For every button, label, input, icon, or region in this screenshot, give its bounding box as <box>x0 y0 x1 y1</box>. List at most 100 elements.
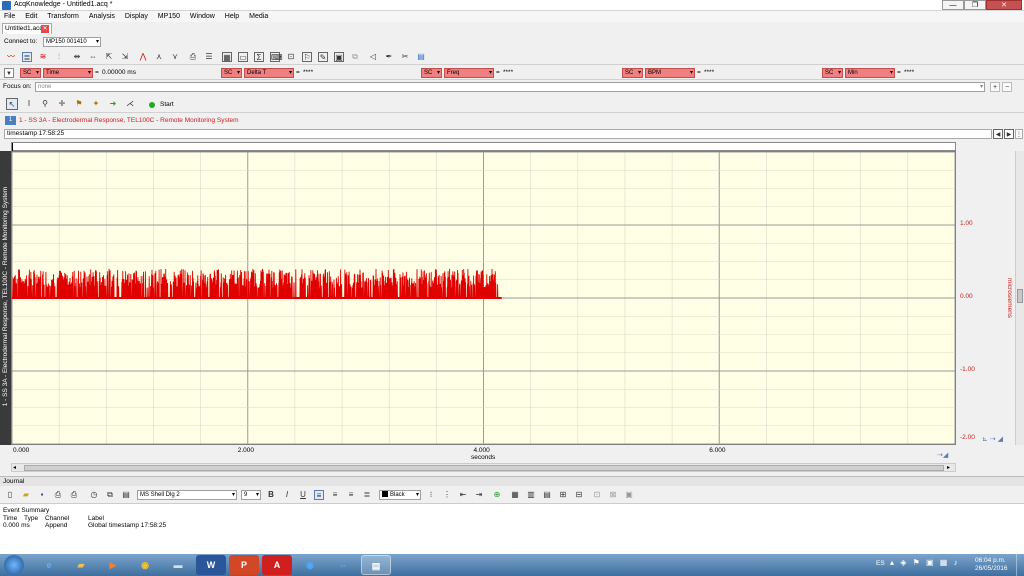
clock-icon[interactable]: ◷ <box>89 490 99 500</box>
tab-close-icon[interactable]: ✕ <box>41 25 49 33</box>
acqknowledge-task-icon[interactable]: ▤ <box>361 555 391 575</box>
marker-icon[interactable]: ⋏ <box>154 52 164 62</box>
xy-icon[interactable]: ⫶ <box>54 52 64 62</box>
channels-icon[interactable]: ⊡ <box>286 52 296 62</box>
maximize-button[interactable]: ❐ <box>964 0 986 10</box>
plot-area[interactable] <box>11 151 956 445</box>
terminal-icon[interactable]: ▬ <box>163 555 193 575</box>
text-cursor-icon[interactable]: I <box>24 99 34 109</box>
menu-help[interactable]: Help <box>221 11 243 22</box>
insert-link-icon[interactable]: ⊕ <box>492 490 502 500</box>
database-icon[interactable]: ▤ <box>416 52 426 62</box>
measure-icon[interactable]: ⋌ <box>125 99 135 109</box>
scroll-right-icon[interactable]: ▸ <box>947 464 950 471</box>
chrome-icon[interactable]: ◉ <box>130 555 160 575</box>
menu-mp150[interactable]: MP150 <box>154 11 184 22</box>
list-icon[interactable]: ☰ <box>204 52 214 62</box>
measurement-5-channel[interactable]: SC ▾ <box>822 68 843 78</box>
justify-icon[interactable]: ≣ <box>362 490 372 500</box>
align-left-icon[interactable]: ≡ <box>314 490 324 500</box>
table-merge-icon[interactable]: ⊟ <box>574 490 584 500</box>
keyboard-icon[interactable]: ⌨ <box>270 52 283 62</box>
copy-icon[interactable]: ⧉ <box>350 52 360 62</box>
next-event-icon[interactable]: ▶ <box>1004 129 1014 139</box>
teamviewer-icon[interactable]: ⇔ <box>328 555 358 575</box>
scale-icon[interactable]: ⇔ <box>88 52 98 62</box>
print-icon[interactable]: ⎙ <box>69 490 79 500</box>
cut-icon[interactable]: ✂ <box>400 52 410 62</box>
focus-select[interactable]: none ▾ <box>35 82 985 92</box>
powerpoint-icon[interactable]: P <box>229 555 259 575</box>
marker-pen-icon[interactable]: ⚑ <box>74 99 84 109</box>
rewind-icon[interactable]: ◁ <box>368 52 378 62</box>
compress-icon[interactable]: ⇲ <box>120 52 130 62</box>
flag-icon[interactable]: ⚐ <box>302 52 312 62</box>
tray-time[interactable]: 06:04 p.m. <box>975 557 1006 564</box>
chart-mode-icon[interactable]: ≣ <box>22 52 32 62</box>
fit-icon[interactable]: ⇱ <box>104 52 114 62</box>
table-props-icon[interactable]: ▣ <box>624 490 634 500</box>
start-orb-icon[interactable] <box>4 555 24 575</box>
grid-icon[interactable]: ▦ <box>222 52 232 62</box>
image-icon[interactable]: ▣ <box>334 52 344 62</box>
event-icon[interactable]: ✦ <box>91 99 101 109</box>
menu-transform[interactable]: Transform <box>43 11 83 22</box>
journal-color-select[interactable]: Black ▾ <box>379 490 421 500</box>
menu-display[interactable]: Display <box>121 11 152 22</box>
close-button[interactable]: ✕ <box>986 0 1022 10</box>
menu-window[interactable]: Window <box>186 11 219 22</box>
connect-select[interactable]: MP150 001410 ▾ <box>43 37 101 47</box>
acrobat-icon[interactable]: A <box>262 555 292 575</box>
open-folder-icon[interactable]: ▰ <box>21 490 31 500</box>
table-add-icon[interactable]: ⊞ <box>558 490 568 500</box>
horizontal-scroll-thumb[interactable] <box>24 465 944 471</box>
measurement-3-type[interactable]: Freq ▾ <box>444 68 494 78</box>
start-button[interactable]: Start <box>160 101 174 108</box>
journal-font-select[interactable]: MS Shell Dlg 2 ▾ <box>137 490 237 500</box>
prev-event-icon[interactable]: ◀ <box>993 129 1003 139</box>
paste-icon[interactable]: ▤ <box>121 490 131 500</box>
arrow-cursor-icon[interactable]: ↖ <box>6 98 18 110</box>
zoom-icon[interactable]: ⚲ <box>40 99 50 109</box>
align-right-icon[interactable]: ≡ <box>346 490 356 500</box>
window-icon[interactable]: ▭ <box>238 52 248 62</box>
event-label-input[interactable]: timestamp 17:58:25 <box>4 129 992 139</box>
remove-focus-icon[interactable]: − <box>1002 82 1012 92</box>
channel-number-badge[interactable]: 1 <box>5 116 16 125</box>
print-icon[interactable]: ⎙ <box>188 52 198 62</box>
add-focus-icon[interactable]: + <box>990 82 1000 92</box>
axis-settings-icon[interactable]: ⊾ ⇢ ◢ <box>982 435 1003 443</box>
edit-icon[interactable]: ✎ <box>318 52 328 62</box>
table-rows-icon[interactable]: ▤ <box>542 490 552 500</box>
table-split-icon[interactable]: ⊡ <box>592 490 602 500</box>
italic-icon[interactable]: I <box>282 490 292 500</box>
crosshair-icon[interactable]: ✛ <box>57 99 67 109</box>
align-center-icon[interactable]: ≡ <box>330 490 340 500</box>
go-arrow-icon[interactable]: ➜ <box>108 99 118 109</box>
table-icon[interactable]: ▦ <box>510 490 520 500</box>
show-desktop-button[interactable] <box>1016 554 1024 576</box>
measurement-4-type[interactable]: BPM ▾ <box>645 68 695 78</box>
menu-analysis[interactable]: Analysis <box>85 11 119 22</box>
x-axis-settings-icon[interactable]: ⇢◢ <box>937 451 948 459</box>
tray-date[interactable]: 26/05/2016 <box>975 565 1008 572</box>
measurement-2-type[interactable]: Delta T ▾ <box>244 68 294 78</box>
language-indicator[interactable]: ES <box>876 560 885 567</box>
overlap-icon[interactable]: ≋ <box>38 52 48 62</box>
measurement-2-channel[interactable]: SC ▾ <box>221 68 242 78</box>
journal-size-select[interactable]: 9 ▾ <box>241 490 261 500</box>
peak-icon[interactable]: ⋀ <box>138 52 148 62</box>
table-delete-icon[interactable]: ⊠ <box>608 490 618 500</box>
tab-untitled1[interactable]: Untitled1.acq ✕ <box>2 23 52 34</box>
event-menu-icon[interactable]: ⋮ <box>1015 129 1023 139</box>
measurement-5-type[interactable]: Min ▾ <box>845 68 895 78</box>
measurement-3-channel[interactable]: SC ▾ <box>421 68 442 78</box>
measurement-1-channel[interactable]: SC ▾ <box>20 68 41 78</box>
indent-icon[interactable]: ⇥ <box>474 490 484 500</box>
menu-media[interactable]: Media <box>245 11 272 22</box>
explorer-icon[interactable]: ▰ <box>66 555 96 575</box>
measurement-menu-icon[interactable]: ▼ <box>4 68 14 78</box>
table-cols-icon[interactable]: ▥ <box>526 490 536 500</box>
save-icon[interactable]: ▪ <box>37 490 47 500</box>
journal-content[interactable]: Event Summary Time Type Channel Label 0.… <box>0 504 1024 554</box>
